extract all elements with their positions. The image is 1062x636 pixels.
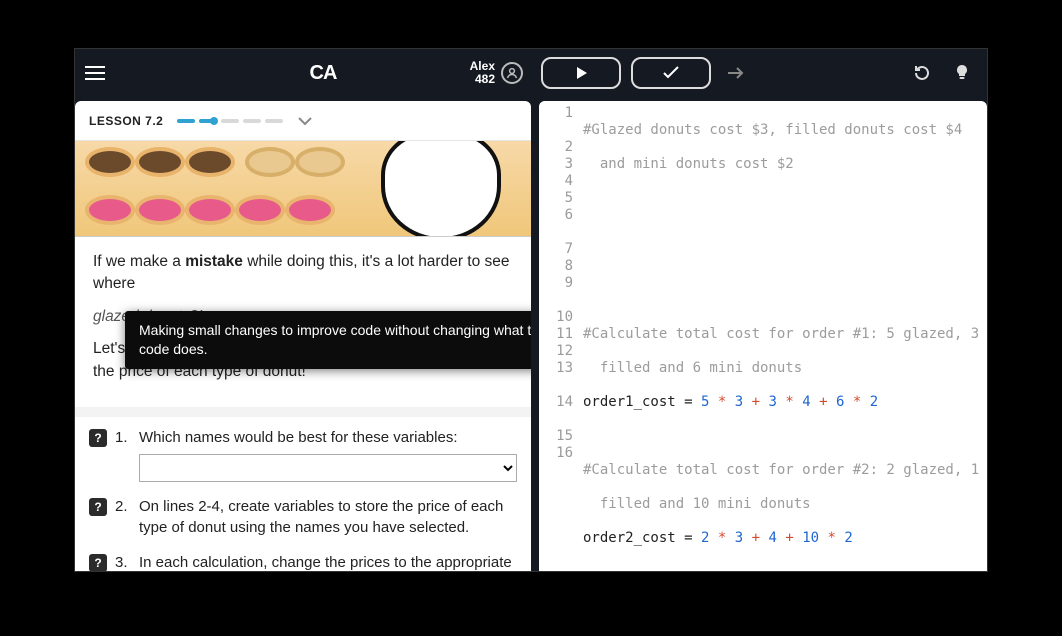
hint-badge[interactable]: ? <box>89 554 107 571</box>
play-icon <box>574 66 588 80</box>
lesson-header: LESSON 7.2 <box>75 101 531 141</box>
refactor-tooltip: Making small changes to improve code wit… <box>125 311 531 369</box>
lesson-illustration <box>75 141 531 237</box>
lightbulb-icon <box>955 64 969 82</box>
task-block: ? 1. Which names would be best for these… <box>75 407 531 571</box>
variable-names-select[interactable] <box>139 454 517 482</box>
pane-splitter[interactable] <box>531 97 539 571</box>
task-number: 3. <box>115 552 131 571</box>
task-text: Which names would be best for these vari… <box>139 427 517 448</box>
hint-badge[interactable]: ? <box>89 429 107 447</box>
progress-seg-5 <box>265 119 283 123</box>
line-gutter: 1 2 3 4 5 6 7 8 9 10 11 12 13 14 15 16 <box>539 101 579 571</box>
user-block[interactable]: Alex 482 <box>470 60 523 86</box>
logo-wrap: CA <box>115 62 531 85</box>
hamburger-icon <box>85 66 105 80</box>
arrow-right-icon <box>727 66 745 80</box>
next-button[interactable] <box>721 58 751 88</box>
mistake-word: mistake <box>185 253 243 270</box>
lesson-progress[interactable] <box>177 119 283 123</box>
top-bar-right <box>531 57 987 89</box>
hint-badge[interactable]: ? <box>89 498 107 516</box>
task-number: 2. <box>115 496 131 538</box>
user-icon <box>506 67 518 79</box>
lesson-pane: LESSON 7.2 ▲ <box>75 101 531 571</box>
logo: CA <box>310 62 337 85</box>
task-2: ? 2. On lines 2-4, create variables to s… <box>75 486 531 542</box>
tooltip-text: Making small changes to improve code wit… <box>139 322 531 357</box>
body-split: LESSON 7.2 ▲ <box>75 97 987 571</box>
user-text: Alex 482 <box>470 60 495 86</box>
task-3: ? 3. In each calculation, change the pri… <box>75 542 531 571</box>
run-button[interactable] <box>541 57 621 89</box>
top-bar-left: CA Alex 482 <box>75 49 531 97</box>
app-frame: CA Alex 482 <box>74 48 988 572</box>
task-number: 1. <box>115 427 131 482</box>
check-icon <box>662 66 680 80</box>
progress-seg-3 <box>221 119 239 123</box>
reset-icon <box>913 64 931 82</box>
task-text: On lines 2-4, create variables to store … <box>139 496 517 538</box>
reset-button[interactable] <box>907 58 937 88</box>
avatar <box>501 62 523 84</box>
code-area[interactable]: #Glazed donuts cost $3, filled donuts co… <box>579 101 987 571</box>
progress-seg-2 <box>199 119 217 123</box>
lesson-label: LESSON 7.2 <box>89 114 163 128</box>
check-button[interactable] <box>631 57 711 89</box>
menu-button[interactable] <box>75 53 115 93</box>
task-text: In each calculation, change the prices t… <box>139 552 517 571</box>
user-points: 482 <box>470 73 495 86</box>
task-body: Which names would be best for these vari… <box>139 427 517 482</box>
code-editor[interactable]: 1 2 3 4 5 6 7 8 9 10 11 12 13 14 15 16 #… <box>539 101 987 571</box>
chevron-down-icon <box>297 116 313 126</box>
text-frag: If we make a <box>93 253 185 270</box>
robot-illustration <box>381 141 501 237</box>
progress-seg-1 <box>177 119 195 123</box>
task-1: ? 1. Which names would be best for these… <box>75 417 531 486</box>
top-bar: CA Alex 482 <box>75 49 987 97</box>
lesson-expand-button[interactable] <box>297 116 313 126</box>
progress-seg-4 <box>243 119 261 123</box>
hint-button[interactable] <box>947 58 977 88</box>
lesson-para-mistake: If we make a mistake while doing this, i… <box>93 251 513 296</box>
